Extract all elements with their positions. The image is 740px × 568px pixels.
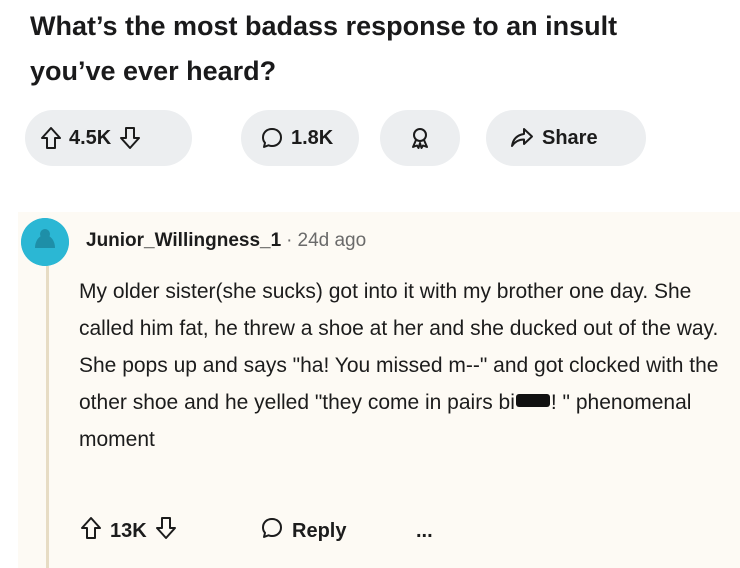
share-button[interactable]: Share — [486, 110, 646, 166]
comment-vote-control: 13K — [80, 511, 177, 551]
vote-control: 4.5K — [25, 110, 192, 166]
arrow-up-icon[interactable] — [40, 126, 62, 150]
comment-meta: Junior_Willingness_1 · 24d ago — [86, 226, 366, 256]
user-avatar-icon[interactable] — [21, 218, 69, 266]
vote-count: 4.5K — [69, 126, 112, 149]
comments-button[interactable]: 1.8K — [241, 110, 359, 166]
arrow-up-icon[interactable] — [80, 516, 102, 546]
share-label: Share — [542, 126, 598, 149]
reply-button[interactable]: Reply — [260, 511, 346, 551]
comment-age: 24d ago — [297, 230, 367, 251]
comment-body: My older sister(she sucks) got into it w… — [79, 273, 729, 458]
arrow-down-icon[interactable] — [119, 126, 141, 150]
speech-bubble-icon — [260, 126, 284, 150]
more-options-button[interactable]: ... — [416, 511, 433, 551]
thread-line[interactable] — [46, 266, 49, 568]
more-options-label: ... — [416, 519, 433, 542]
post-title: What’s the most badass response to an in… — [30, 11, 618, 86]
username-link[interactable]: Junior_Willingness_1 — [86, 230, 281, 251]
reply-label: Reply — [292, 519, 347, 542]
meta-separator: · — [286, 230, 293, 251]
award-ribbon-icon — [408, 126, 432, 150]
award-button[interactable] — [380, 110, 460, 166]
comment-vote-count: 13K — [110, 519, 147, 542]
speech-bubble-icon — [260, 516, 284, 546]
arrow-down-icon[interactable] — [155, 516, 177, 546]
redaction-mark — [515, 394, 550, 407]
comment-count: 1.8K — [291, 126, 334, 149]
share-arrow-icon — [510, 127, 534, 149]
